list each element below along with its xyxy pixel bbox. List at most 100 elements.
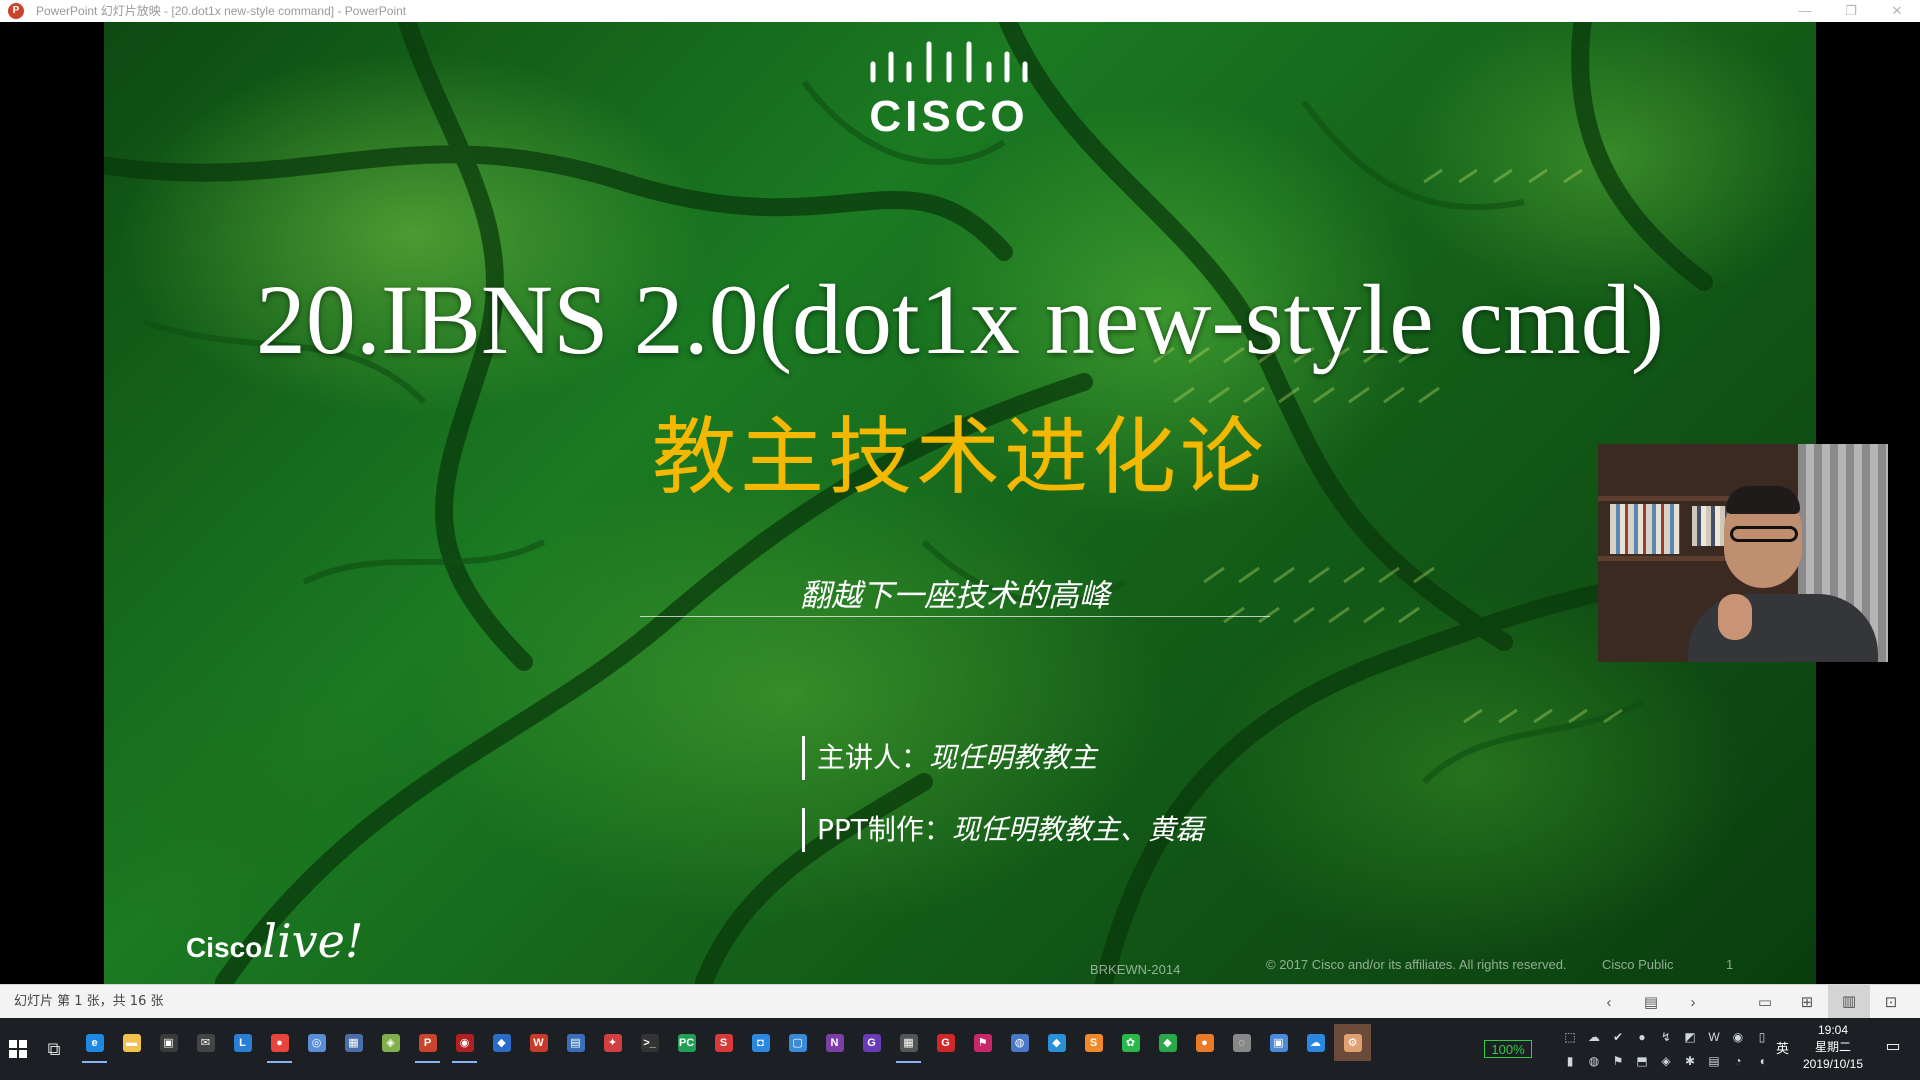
tray-icon[interactable]: ▯: [1752, 1026, 1772, 1048]
tray-icon[interactable]: ↯: [1656, 1026, 1676, 1048]
tagline-underline: [640, 616, 1270, 617]
slideshow-icon[interactable]: ⊡: [1870, 993, 1912, 1011]
shield-app-taskbar-button[interactable]: ◆: [483, 1024, 520, 1061]
windows-taskbar: ⧉ e ▬ ▣ ✉ L ● ◎ ▦ ◈ P ◉ ◆ W ▤ ✦ >_ PC S ◘ ▢ N G ▦ G ⚑ ◍ ◆ S ✿ ◆ ● ◌ ▣ ☁ ⚙ …: [0, 1018, 1920, 1080]
remote-desktop-taskbar-button[interactable]: ▤: [557, 1024, 594, 1061]
restore-button[interactable]: ❐: [1828, 0, 1874, 22]
globe-app-taskbar-button[interactable]: ◍: [1001, 1024, 1038, 1061]
tray-icon[interactable]: ◔: [1728, 1050, 1748, 1072]
title-bar: P PowerPoint 幻灯片放映 - [20.dot1x new-style…: [0, 0, 1920, 22]
tray-icon[interactable]: ◈: [1656, 1050, 1676, 1072]
slide-counter: 幻灯片 第 1 张，共 16 张: [14, 994, 164, 1009]
calculator-taskbar-button[interactable]: ▦: [890, 1024, 927, 1063]
tray-icon[interactable]: ☁: [1584, 1026, 1604, 1048]
current-slide[interactable]: CISCO 20.IBNS 2.0(dot1x new-style cmd) 教…: [104, 22, 1816, 984]
wechat-taskbar-button[interactable]: ✿: [1112, 1024, 1149, 1061]
red-tool-icon: G: [936, 1033, 955, 1052]
notes-icon[interactable]: ▤: [1630, 993, 1672, 1011]
blue-tool-icon: ◆: [1047, 1033, 1066, 1052]
flag-app-taskbar-button[interactable]: ⚑: [964, 1024, 1001, 1061]
tray-icon[interactable]: ⚑: [1608, 1050, 1628, 1072]
presenter-hand: [1718, 594, 1752, 640]
tray-icon[interactable]: ✱: [1680, 1050, 1700, 1072]
mail-taskbar-button[interactable]: ✉: [187, 1024, 224, 1061]
store-taskbar-button[interactable]: ▣: [150, 1024, 187, 1061]
cloud-app-taskbar-button[interactable]: ☁: [1297, 1024, 1334, 1061]
session-code: BRKEWN-2014: [1090, 962, 1181, 977]
cisco-bars-icon: [870, 41, 1028, 83]
minimize-button[interactable]: —: [1782, 0, 1828, 22]
cloud-app-icon: ☁: [1306, 1033, 1325, 1052]
blue-app-2-taskbar-button[interactable]: ▢: [779, 1024, 816, 1061]
tray-icon[interactable]: ▤: [1704, 1050, 1724, 1072]
active-app-taskbar-button[interactable]: ⚙: [1334, 1024, 1371, 1061]
tray-icon[interactable]: ●: [1632, 1026, 1652, 1048]
normal-view-icon[interactable]: ▭: [1744, 993, 1786, 1011]
ppt-author-names: 现任明教教主、黄磊: [951, 813, 1204, 846]
cisco-logo: CISCO: [859, 34, 1039, 144]
terminal-taskbar-button[interactable]: >_: [631, 1024, 668, 1061]
reading-view-icon[interactable]: ▥: [1828, 985, 1870, 1019]
network-tool-taskbar-button[interactable]: ▦: [335, 1024, 372, 1061]
onenote-icon: N: [825, 1033, 844, 1052]
powerpoint-taskbar-button[interactable]: P: [409, 1024, 446, 1063]
onenote-taskbar-button[interactable]: N: [816, 1024, 853, 1061]
battery-indicator[interactable]: 100%: [1484, 1040, 1532, 1058]
next-arrow-icon[interactable]: ›: [1672, 994, 1714, 1011]
classification-label: Cisco Public: [1602, 957, 1674, 972]
diagram-tool-taskbar-button[interactable]: ◈: [372, 1024, 409, 1061]
pin-app-taskbar-button[interactable]: ✦: [594, 1024, 631, 1061]
pycharm-taskbar-button[interactable]: PC: [668, 1024, 705, 1061]
red-tool-taskbar-button[interactable]: G: [927, 1024, 964, 1061]
input-method-indicator[interactable]: 英: [1776, 1038, 1789, 1057]
clock-time: 19:04: [1817, 1023, 1849, 1037]
network-app-taskbar-button[interactable]: ◎: [298, 1024, 335, 1061]
cisco-live-word-cisco: Cisco: [186, 932, 263, 963]
tray-icon[interactable]: ✔: [1608, 1026, 1628, 1048]
start-button[interactable]: [0, 1018, 36, 1080]
tray-icon[interactable]: ▮: [1560, 1050, 1580, 1072]
network-app-icon: ◎: [307, 1033, 326, 1052]
edge-taskbar-button[interactable]: e: [76, 1024, 113, 1063]
tray-icon[interactable]: ◍: [1584, 1050, 1604, 1072]
action-center-icon[interactable]: ▭: [1878, 1036, 1908, 1056]
prev-arrow-icon[interactable]: ‹: [1588, 994, 1630, 1011]
tray-icon[interactable]: ◉: [1728, 1026, 1748, 1048]
calculator-icon: ▦: [899, 1033, 918, 1052]
wps-taskbar-button[interactable]: W: [520, 1024, 557, 1061]
presenter-label: 主讲人：: [817, 741, 930, 774]
file-explorer-taskbar-button[interactable]: ▬: [113, 1024, 150, 1061]
pinned-apps: e ▬ ▣ ✉ L ● ◎ ▦ ◈ P ◉ ◆ W ▤ ✦ >_ PC S ◘ ▢ N G ▦ G ⚑ ◍ ◆ S ✿ ◆ ● ◌ ▣ ☁ ⚙: [76, 1024, 1371, 1063]
presenter-body: [1688, 594, 1878, 662]
taskbar-clock[interactable]: 19:04 星期二 2019/10/15: [1792, 1022, 1874, 1073]
recorder-taskbar-button[interactable]: ◉: [446, 1024, 483, 1063]
task-view-icon[interactable]: ⧉: [36, 1018, 72, 1080]
slideshow-status-bar: 幻灯片 第 1 张，共 16 张 ‹ ▤ › ▭ ⊞ ▥ ⊡: [0, 984, 1920, 1019]
slide-tagline: 翻越下一座技术的高峰: [800, 578, 1110, 614]
blue-app-taskbar-button[interactable]: ◘: [742, 1024, 779, 1061]
firefox-taskbar-button[interactable]: ●: [1186, 1024, 1223, 1061]
blue-tool-taskbar-button[interactable]: ◆: [1038, 1024, 1075, 1061]
tray-icon[interactable]: ⬚: [1560, 1026, 1580, 1048]
cisco-wordmark: CISCO: [869, 92, 1029, 141]
powerpoint-icon: P: [418, 1033, 437, 1052]
green-app-taskbar-button[interactable]: ◆: [1149, 1024, 1186, 1061]
tray-icon[interactable]: ⬒: [1632, 1050, 1652, 1072]
wps-icon: W: [529, 1033, 548, 1052]
circle-app-taskbar-button[interactable]: ◌: [1223, 1024, 1260, 1061]
network-tool-icon: ▦: [344, 1033, 363, 1052]
screen-app-taskbar-button[interactable]: ▣: [1260, 1024, 1297, 1061]
mail-icon: ✉: [196, 1033, 215, 1052]
purple-app-taskbar-button[interactable]: G: [853, 1024, 890, 1061]
chrome-taskbar-button[interactable]: ●: [261, 1024, 298, 1063]
tray-icon[interactable]: ◩: [1680, 1026, 1700, 1048]
slide-sorter-icon[interactable]: ⊞: [1786, 993, 1828, 1011]
remote-desktop-icon: ▤: [566, 1033, 585, 1052]
red-app-taskbar-button[interactable]: S: [705, 1024, 742, 1061]
app-l-taskbar-button[interactable]: L: [224, 1024, 261, 1061]
sublime-taskbar-button[interactable]: S: [1075, 1024, 1112, 1061]
tray-icon[interactable]: ◖: [1752, 1050, 1772, 1072]
tray-icon[interactable]: W: [1704, 1026, 1724, 1048]
window-controls: — ❐ ✕: [1782, 0, 1920, 22]
close-button[interactable]: ✕: [1874, 0, 1920, 22]
